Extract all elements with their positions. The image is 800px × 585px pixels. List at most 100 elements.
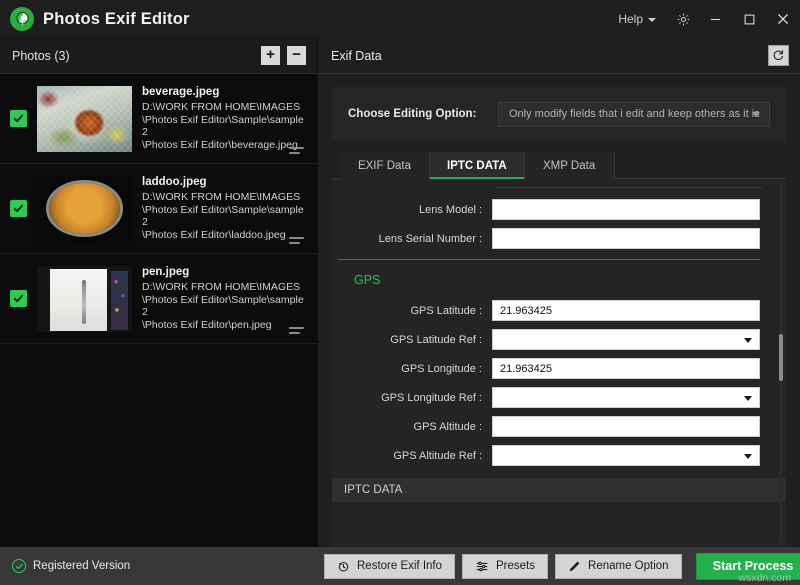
field-label: GPS Latitude : [410, 304, 482, 317]
photo-meta: pen.jpeg D:\WORK FROM HOME\IMAGES \Photo… [142, 266, 309, 331]
photos-panel-header: Photos (3) + − [0, 38, 317, 74]
remove-photo-button[interactable]: − [287, 46, 306, 65]
app-window: Photos Exif Editor Help Photos (3) + − b… [0, 0, 800, 585]
field-label: GPS Longitude Ref : [381, 391, 482, 404]
field-value: 21.963425 [500, 304, 552, 317]
photo-filepath: D:\WORK FROM HOME\IMAGES \Photos Exif Ed… [142, 191, 304, 241]
list-item[interactable]: beverage.jpeg D:\WORK FROM HOME\IMAGES \… [0, 74, 317, 164]
presets-button[interactable]: Presets [462, 553, 549, 579]
photo-meta: laddoo.jpeg D:\WORK FROM HOME\IMAGES \Ph… [142, 176, 309, 241]
field-label: Lens Model : [419, 203, 482, 216]
help-label: Help [618, 12, 643, 26]
tab-exif-data[interactable]: EXIF Data [340, 152, 430, 179]
field-value: 21.963425 [500, 362, 552, 375]
photo-filepath: D:\WORK FROM HOME\IMAGES \Photos Exif Ed… [142, 101, 304, 151]
photo-checkbox[interactable] [10, 110, 27, 127]
exif-panel-body: Choose Editing Option: Only modify field… [318, 74, 800, 547]
tab-iptc-data[interactable]: IPTC DATA [430, 152, 525, 179]
tab-xmp-data[interactable]: XMP Data [524, 152, 615, 179]
close-icon[interactable] [766, 0, 800, 38]
tab-label: EXIF Data [357, 159, 412, 172]
photo-menu-icon[interactable] [289, 237, 304, 244]
chevron-down-icon [744, 395, 752, 401]
editing-option-select[interactable]: Only modify fields that i edit and keep … [498, 101, 770, 127]
form-scrollbar-thumb[interactable] [779, 334, 783, 381]
help-menu[interactable]: Help [618, 12, 656, 26]
exif-panel: Exif Data Choose Editing Option: Only mo… [318, 38, 800, 547]
field-row-gps-latitude: GPS Latitude : 21.963425 [332, 298, 786, 323]
gps-altitude-input[interactable] [492, 416, 760, 437]
photo-meta: beverage.jpeg D:\WORK FROM HOME\IMAGES \… [142, 86, 309, 151]
chevron-down-icon [648, 18, 656, 22]
maximize-icon[interactable] [732, 0, 766, 38]
tab-label: XMP Data [543, 159, 596, 172]
gear-icon[interactable] [668, 0, 698, 38]
app-logo-icon [10, 7, 34, 31]
field-label: GPS Altitude : [413, 420, 482, 433]
editing-option-card: Choose Editing Option: Only modify field… [332, 87, 786, 141]
photo-menu-icon[interactable] [289, 327, 304, 334]
refresh-icon[interactable] [768, 45, 789, 66]
iptc-section-bar: IPTC DATA [332, 478, 786, 502]
minimize-icon[interactable] [698, 0, 732, 38]
gps-latitude-input[interactable]: 21.963425 [492, 300, 760, 321]
photo-thumbnail [37, 265, 132, 332]
photo-menu-icon[interactable] [289, 147, 304, 154]
exif-form: Lens Model : Lens Serial Number : GPS GP… [332, 179, 786, 547]
exif-panel-title: Exif Data [331, 48, 382, 63]
gps-section-heading: GPS [354, 273, 381, 287]
photo-checkbox[interactable] [10, 200, 27, 217]
tab-label: IPTC DATA [447, 159, 507, 172]
minus-icon: − [292, 46, 301, 63]
rename-option-button[interactable]: Rename Option [555, 553, 682, 579]
field-row-gps-altitude-ref: GPS Altitude Ref : [332, 443, 786, 468]
chevron-down-icon [744, 453, 752, 459]
photo-filename: beverage.jpeg [142, 86, 220, 98]
chevron-down-icon [744, 337, 752, 343]
status-bar: Registered Version [0, 547, 318, 585]
field-row-lens-serial-number: Lens Serial Number : [332, 226, 786, 251]
field-row-lens-model: Lens Model : [332, 197, 786, 222]
exif-panel-header: Exif Data [318, 38, 800, 74]
bottom-bar: Registered Version Restore Exif Info Pre… [0, 547, 800, 585]
action-toolbar: Restore Exif Info Presets Rename Option … [318, 547, 800, 585]
registered-version-label: Registered Version [33, 560, 131, 572]
add-photo-button[interactable]: + [261, 46, 280, 65]
photos-panel-title: Photos (3) [12, 48, 70, 63]
photo-checkbox[interactable] [10, 290, 27, 307]
form-scrollbar[interactable] [779, 183, 783, 543]
lens-serial-number-input[interactable] [492, 228, 760, 249]
editing-option-label: Choose Editing Option: [348, 108, 477, 120]
sliders-icon [475, 560, 489, 573]
field-label: GPS Longitude : [401, 362, 482, 375]
field-row-gps-longitude-ref: GPS Longitude Ref : [332, 385, 786, 410]
photo-thumbnail [37, 85, 132, 152]
chevron-down-icon [752, 112, 760, 117]
main-body: Photos (3) + − beverage.jpeg D:\WORK FRO… [0, 38, 800, 547]
field-label: Lens Serial Number : [378, 232, 482, 245]
gps-longitude-input[interactable]: 21.963425 [492, 358, 760, 379]
field-row-gps-longitude: GPS Longitude : 21.963425 [332, 356, 786, 381]
list-item[interactable]: pen.jpeg D:\WORK FROM HOME\IMAGES \Photo… [0, 254, 317, 344]
list-item[interactable]: laddoo.jpeg D:\WORK FROM HOME\IMAGES \Ph… [0, 164, 317, 254]
photo-list[interactable]: beverage.jpeg D:\WORK FROM HOME\IMAGES \… [0, 74, 317, 547]
field-row-gps-latitude-ref: GPS Latitude Ref : [332, 327, 786, 352]
photo-thumbnail [37, 175, 132, 242]
gps-latitude-ref-select[interactable] [492, 329, 760, 350]
form-divider [495, 187, 762, 188]
pencil-icon [568, 560, 581, 573]
lens-model-input[interactable] [492, 199, 760, 220]
gps-longitude-ref-select[interactable] [492, 387, 760, 408]
field-label: GPS Latitude Ref : [390, 333, 482, 346]
restore-icon [337, 560, 350, 573]
restore-exif-info-button[interactable]: Restore Exif Info [324, 553, 456, 579]
start-process-button[interactable]: Start Process [695, 552, 800, 580]
button-label: Rename Option [588, 560, 669, 572]
photo-filename: pen.jpeg [142, 266, 190, 278]
gps-altitude-ref-select[interactable] [492, 445, 760, 466]
button-label: Restore Exif Info [357, 560, 443, 572]
button-label: Presets [496, 560, 536, 572]
button-label: Start Process [712, 559, 794, 573]
exif-tabs: EXIF Data IPTC DATA XMP Data [332, 152, 786, 179]
app-title: Photos Exif Editor [43, 9, 190, 28]
